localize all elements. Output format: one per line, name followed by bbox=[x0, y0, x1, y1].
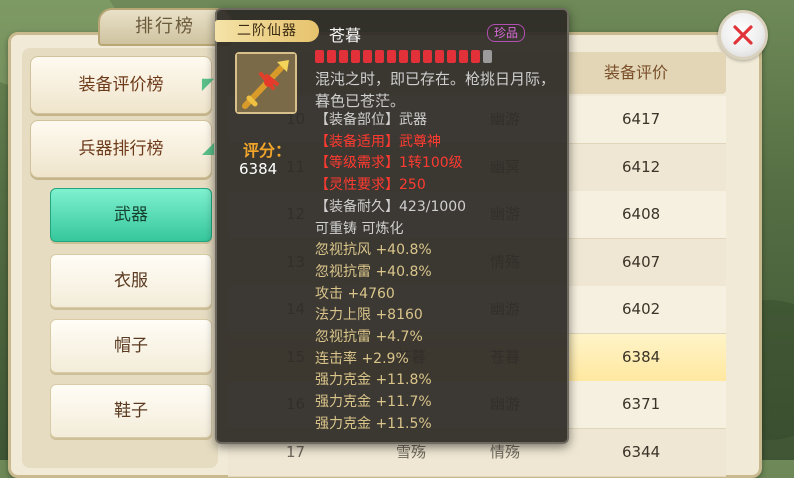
attribute-line: 攻击 +4760 bbox=[315, 285, 395, 302]
score-cell: 6408 bbox=[622, 205, 661, 223]
gem-slots bbox=[315, 48, 495, 63]
score-cell: 6417 bbox=[622, 110, 661, 128]
gem-filled-icon bbox=[399, 50, 408, 63]
subcategory-weapon[interactable]: 武器 bbox=[50, 188, 212, 242]
gem-filled-icon bbox=[363, 50, 372, 63]
spear-icon bbox=[237, 54, 295, 112]
gem-filled-icon bbox=[339, 50, 348, 63]
category-label: 装备评价榜 bbox=[78, 75, 164, 95]
gem-filled-icon bbox=[471, 50, 480, 63]
subcategory-clothes[interactable]: 衣服 bbox=[50, 254, 212, 308]
attribute-line: 【灵性要求】250 bbox=[315, 177, 426, 194]
score-cell: 6412 bbox=[622, 157, 661, 176]
gem-filled-icon bbox=[315, 50, 324, 63]
subcategory-label: 帽子 bbox=[114, 336, 148, 356]
score-cell: 6371 bbox=[622, 395, 661, 413]
window-title: 排行榜 bbox=[98, 8, 232, 46]
column-header-score: 装备评价 bbox=[604, 63, 669, 82]
item-tier-tag: 二阶仙器 bbox=[215, 20, 319, 42]
subcategory-label: 鞋子 bbox=[114, 401, 148, 421]
attribute-line: 【装备耐久】423/1000 bbox=[315, 198, 467, 215]
item-tooltip: 二阶仙器 苍暮 珍品 评分： 6384 混沌之时，即已存在。枪挑日月际，暮色已苍… bbox=[215, 8, 569, 444]
attribute-line: 忽视抗风 +40.8% bbox=[315, 242, 432, 259]
subcategory-shoes[interactable]: 鞋子 bbox=[50, 384, 212, 438]
attribute-line: 连击率 +2.9% bbox=[315, 350, 409, 367]
item-name: 苍暮 bbox=[329, 26, 362, 45]
category-weapon-ranking[interactable]: 兵器排行榜 ◢ bbox=[30, 120, 214, 178]
category-equipment-score[interactable]: 装备评价榜 ◤ bbox=[30, 56, 214, 114]
score-cell: 6344 bbox=[622, 442, 661, 461]
rarity-badge: 珍品 bbox=[487, 24, 526, 42]
gem-filled-icon bbox=[423, 50, 432, 63]
attribute-line: 可重铸 可炼化 bbox=[315, 220, 404, 237]
score-value: 6384 bbox=[239, 160, 278, 178]
attribute-line: 法力上限 +8160 bbox=[315, 307, 423, 324]
item-description: 混沌之时，即已存在。枪挑日月际，暮色已苍茫。 bbox=[315, 70, 556, 110]
gem-empty-icon bbox=[483, 50, 492, 63]
score-cell: 6402 bbox=[622, 300, 661, 318]
attribute-line: 强力克金 +11.7% bbox=[315, 394, 432, 411]
attribute-line: 【等级需求】1转100级 bbox=[315, 155, 463, 172]
attribute-line: 【装备部位】武器 bbox=[315, 112, 427, 128]
gem-filled-icon bbox=[447, 50, 456, 63]
gem-filled-icon bbox=[351, 50, 360, 63]
category-label: 兵器排行榜 bbox=[78, 139, 164, 159]
attribute-line: 忽视抗雷 +40.8% bbox=[315, 263, 432, 280]
attribute-line: 强力克金 +11.8% bbox=[315, 372, 432, 389]
subcategory-hat[interactable]: 帽子 bbox=[50, 319, 212, 373]
item-icon-slot bbox=[235, 52, 297, 114]
ranking-category-sidebar: 装备评价榜 ◤ 兵器排行榜 ◢ 武器 衣服 帽子 鞋子 bbox=[22, 48, 218, 468]
score-label: 评分： bbox=[243, 141, 292, 160]
attribute-line: 【装备适用】武尊神 bbox=[315, 133, 441, 150]
attribute-line: 强力克金 +11.5% bbox=[315, 415, 432, 432]
gem-filled-icon bbox=[387, 50, 396, 63]
attribute-line: 忽视抗雷 +4.7% bbox=[315, 329, 423, 345]
subcategory-label: 武器 bbox=[114, 205, 148, 225]
gem-filled-icon bbox=[327, 50, 336, 63]
subcategory-label: 衣服 bbox=[114, 271, 148, 291]
gem-filled-icon bbox=[459, 50, 468, 63]
gem-filled-icon bbox=[411, 50, 420, 63]
gem-filled-icon bbox=[435, 50, 444, 63]
gem-filled-icon bbox=[375, 50, 384, 63]
score-cell: 6407 bbox=[622, 252, 661, 271]
close-icon bbox=[733, 25, 753, 45]
score-cell: 6384 bbox=[622, 347, 661, 366]
